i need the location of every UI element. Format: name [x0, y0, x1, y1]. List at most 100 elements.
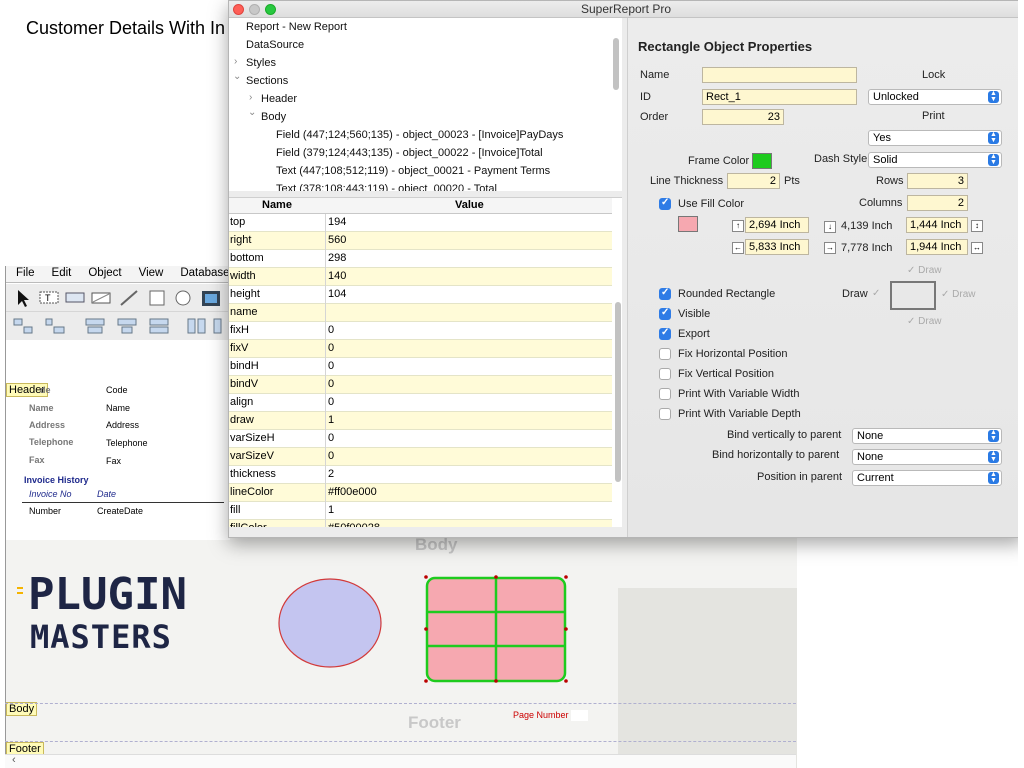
draw-bottom-checkbox[interactable]: ✓ Draw	[907, 316, 942, 327]
align-right-icon[interactable]	[44, 316, 66, 336]
grid-cell-value[interactable]: 0	[328, 324, 334, 336]
rectangle-tool-icon[interactable]	[146, 288, 168, 308]
align-bottom-icon[interactable]	[148, 316, 170, 336]
grid-cell-value[interactable]: 0	[328, 378, 334, 390]
grid-row[interactable]: bindH 0	[229, 358, 612, 376]
tree-item-field-paydays[interactable]: Field (447;124;560;135) - object_00023 -…	[276, 129, 563, 141]
field-value-name[interactable]: Name	[106, 403, 130, 413]
variable-depth-checkbox[interactable]	[659, 408, 671, 420]
grid-row[interactable]: align 0	[229, 394, 612, 412]
tree-item-sections[interactable]: Sections	[246, 75, 288, 87]
invoice-number-field[interactable]: Number	[29, 506, 61, 516]
grid-row[interactable]: height 104	[229, 286, 612, 304]
grid-cell-value[interactable]: 560	[328, 234, 346, 246]
chevron-right-icon[interactable]: ›	[249, 92, 252, 103]
line-tool-icon[interactable]	[118, 288, 140, 308]
body-band-tag[interactable]: Body	[6, 702, 38, 716]
align-top-icon[interactable]	[84, 316, 106, 336]
grid-cell-value[interactable]: #50f00028	[328, 522, 380, 527]
lock-select[interactable]: Unlocked ▲ ▼	[868, 89, 1002, 105]
tree-item-text-payment-terms[interactable]: Text (447;108;512;119) - object_00021 - …	[276, 165, 550, 177]
film-tool-icon[interactable]	[200, 288, 222, 308]
name-field[interactable]	[702, 67, 857, 83]
menu-view[interactable]: View	[129, 266, 171, 282]
horizontal-scrollbar[interactable]: ‹	[5, 754, 796, 768]
property-grid[interactable]: Name Value top 194 right 560 bottom 298 width 1…	[229, 197, 622, 527]
frame-color-swatch[interactable]	[752, 153, 772, 169]
grid-cell-value[interactable]: 0	[328, 432, 334, 444]
top-position-field[interactable]: 2,694 Inch	[745, 217, 809, 233]
field-label-code[interactable]: de	[40, 385, 51, 395]
field-value-telephone[interactable]: Telephone	[106, 438, 148, 448]
grid-row[interactable]: fill 1	[229, 502, 612, 520]
fix-horizontal-checkbox[interactable]	[659, 348, 671, 360]
grid-row[interactable]: fixH 0	[229, 322, 612, 340]
oval-tool-icon[interactable]	[172, 288, 194, 308]
height-field[interactable]: 1,444 Inch	[906, 217, 968, 233]
invoice-date-field[interactable]: CreateDate	[97, 506, 143, 516]
grid-cell-value[interactable]: 0	[328, 360, 334, 372]
tree-item-report[interactable]: Report - New Report	[246, 21, 347, 33]
report-title[interactable]: Customer Details With In	[26, 18, 225, 39]
fix-vertical-checkbox[interactable]	[659, 368, 671, 380]
align-middle-icon[interactable]	[116, 316, 138, 336]
page-number-field[interactable]: Page Number	[513, 710, 569, 720]
field-label-telephone[interactable]: Telephone	[29, 437, 73, 447]
rounded-rectangle-checkbox[interactable]	[659, 287, 671, 300]
tree-item-header[interactable]: Header	[261, 93, 297, 105]
grid-row[interactable]: fillColor #50f00028	[229, 520, 612, 527]
canvas-rectangle-object[interactable]	[422, 573, 572, 690]
draw-right-checkbox[interactable]: ✓ Draw	[941, 289, 976, 300]
field-label-address[interactable]: Address	[29, 420, 65, 430]
grid-cell-value[interactable]: 0	[328, 342, 334, 354]
tree-item-datasource[interactable]: DataSource	[246, 39, 304, 51]
chevron-right-icon[interactable]: ›	[234, 56, 237, 67]
menu-database[interactable]: Database	[170, 266, 236, 282]
scroll-left-icon[interactable]: ‹	[12, 754, 16, 766]
tree-item-field-total[interactable]: Field (379;124;443;135) - object_00022 -…	[276, 147, 543, 159]
grid-cell-value[interactable]: 140	[328, 270, 346, 282]
grid-cell-value[interactable]: 194	[328, 216, 346, 228]
tree-item-styles[interactable]: Styles	[246, 57, 276, 69]
field-value-address[interactable]: Address	[106, 420, 139, 430]
fill-color-swatch[interactable]	[678, 216, 698, 232]
picture-tool-icon[interactable]	[90, 288, 112, 308]
grid-cell-value[interactable]: 2	[328, 468, 334, 480]
draw-left-checkbox[interactable]: ✓	[872, 288, 880, 299]
grid-row[interactable]: bottom 298	[229, 250, 612, 268]
columns-field[interactable]: 2	[907, 195, 968, 211]
grid-row[interactable]: width 140	[229, 268, 612, 286]
tree-item-body[interactable]: Body	[261, 111, 286, 123]
order-field[interactable]: 23	[702, 109, 784, 125]
invoice-date-header[interactable]: Date	[97, 489, 116, 499]
variable-width-checkbox[interactable]	[659, 388, 671, 400]
object-tree[interactable]: Report - New Report DataSource › Styles …	[229, 18, 622, 191]
same-width-icon[interactable]	[186, 316, 208, 336]
rows-field[interactable]: 3	[907, 173, 968, 189]
grid-row[interactable]: top 194	[229, 214, 612, 232]
grid-header-name[interactable]: Name	[262, 199, 292, 211]
tree-item-text-total[interactable]: Text (378;108;443;119) - object_00020 - …	[276, 183, 497, 191]
use-fill-color-checkbox[interactable]	[659, 197, 671, 210]
grid-row[interactable]: right 560	[229, 232, 612, 250]
plugin-masters-logo[interactable]: PLUGIN MASTERS	[28, 568, 208, 663]
grid-header-value[interactable]: Value	[455, 199, 484, 211]
invoice-no-header[interactable]: Invoice No	[29, 489, 72, 499]
field-label-name[interactable]: Name	[29, 403, 54, 413]
grid-cell-value[interactable]: 1	[328, 414, 334, 426]
pointer-tool-icon[interactable]	[12, 288, 34, 308]
grid-row[interactable]: name	[229, 304, 612, 322]
dash-style-select[interactable]: Solid ▲ ▼	[868, 152, 1002, 168]
line-thickness-field[interactable]: 2	[727, 173, 780, 189]
field-value-code[interactable]: Code	[106, 385, 128, 395]
grid-cell-value[interactable]: 0	[328, 396, 334, 408]
grid-row[interactable]: draw 1	[229, 412, 612, 430]
grid-row[interactable]: varSizeH 0	[229, 430, 612, 448]
grid-row[interactable]: varSizeV 0	[229, 448, 612, 466]
canvas-oval-object[interactable]	[277, 577, 385, 676]
tree-scrollbar[interactable]	[613, 38, 619, 90]
grid-row[interactable]: fixV 0	[229, 340, 612, 358]
export-checkbox[interactable]	[659, 327, 671, 340]
grid-scrollbar[interactable]	[615, 302, 621, 482]
grid-row[interactable]: thickness 2	[229, 466, 612, 484]
